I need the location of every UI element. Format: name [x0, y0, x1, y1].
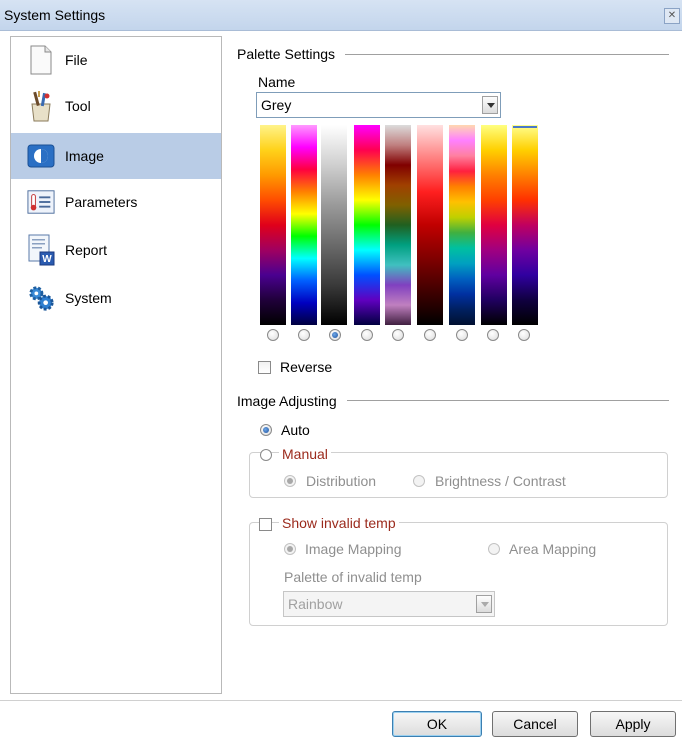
palette-swatch[interactable] — [321, 125, 347, 325]
sidebar-item-file[interactable]: File — [11, 37, 221, 83]
report-icon: W — [27, 234, 55, 266]
palette-radio[interactable] — [424, 329, 436, 341]
image-adjusting-title: Image Adjusting — [237, 393, 337, 409]
dialog-button-bar: OK Cancel Apply — [0, 700, 682, 743]
sidebar-item-label: Image — [65, 148, 104, 164]
selection-marker — [513, 126, 537, 128]
image-mapping-radio[interactable] — [284, 543, 296, 555]
sidebar-item-label: File — [65, 52, 88, 68]
palette-radio[interactable] — [392, 329, 404, 341]
palette-radio[interactable] — [267, 329, 279, 341]
sidebar-item-label: Parameters — [65, 194, 138, 210]
sidebar-item-report[interactable]: W Report — [11, 227, 221, 273]
area-mapping-label: Area Mapping — [509, 541, 597, 557]
sidebar-nav: File Tool Image Parameters W Report Syst… — [10, 36, 222, 694]
name-label: Name — [258, 74, 296, 90]
reverse-label: Reverse — [280, 359, 333, 375]
palette-swatch[interactable] — [481, 125, 507, 325]
palette-radio[interactable] — [487, 329, 499, 341]
title-bar[interactable]: System Settings ✕ — [0, 0, 682, 31]
image-mapping-label: Image Mapping — [305, 541, 402, 557]
settings-panel: Palette Settings Name Grey Reverse Image… — [225, 36, 675, 692]
palette-swatch[interactable] — [260, 125, 286, 325]
svg-text:W: W — [42, 254, 52, 265]
distribution-radio[interactable] — [284, 475, 296, 487]
palette-radio[interactable] — [361, 329, 373, 341]
show-invalid-temp-label: Show invalid temp — [279, 515, 399, 531]
brightness-contrast-radio[interactable] — [413, 475, 425, 487]
cancel-button[interactable]: Cancel — [492, 711, 578, 737]
section-divider — [347, 400, 669, 401]
file-icon — [27, 44, 55, 76]
manual-label: Manual — [279, 446, 331, 462]
palette-invalid-value: Rainbow — [288, 596, 343, 612]
palette-invalid-label: Palette of invalid temp — [284, 569, 422, 585]
palette-swatch[interactable] — [385, 125, 411, 325]
palette-invalid-select[interactable]: Rainbow — [283, 591, 495, 617]
sidebar-item-tool[interactable]: Tool — [11, 83, 221, 129]
auto-label: Auto — [281, 422, 310, 438]
ok-button[interactable]: OK — [392, 711, 482, 737]
sidebar-item-system[interactable]: System — [11, 275, 221, 321]
auto-radio[interactable] — [260, 424, 272, 436]
section-divider — [345, 54, 669, 55]
palette-swatch[interactable] — [354, 125, 380, 325]
distribution-label: Distribution — [306, 473, 377, 489]
apply-button[interactable]: Apply — [590, 711, 676, 737]
palette-radio[interactable] — [329, 329, 341, 341]
chevron-down-icon[interactable] — [476, 595, 492, 613]
show-invalid-temp-checkbox[interactable] — [259, 518, 272, 531]
system-settings-window: System Settings ✕ File Tool Image Parame… — [0, 0, 682, 743]
palette-swatch[interactable] — [512, 125, 538, 325]
palette-radio[interactable] — [518, 329, 530, 341]
sidebar-item-parameters[interactable]: Parameters — [11, 179, 221, 225]
sidebar-item-label: Report — [65, 242, 108, 258]
close-button[interactable]: ✕ — [664, 8, 680, 24]
palette-radio[interactable] — [456, 329, 468, 341]
palette-swatch[interactable] — [417, 125, 443, 325]
image-icon — [27, 140, 55, 172]
palette-swatch[interactable] — [291, 125, 317, 325]
system-icon — [27, 282, 55, 314]
tool-icon — [27, 90, 55, 122]
palette-swatch[interactable] — [449, 125, 475, 325]
reverse-checkbox[interactable] — [258, 361, 271, 374]
brightness-contrast-label: Brightness / Contrast — [435, 473, 566, 489]
area-mapping-radio[interactable] — [488, 543, 500, 555]
chevron-down-icon[interactable] — [482, 96, 498, 114]
parameters-icon — [27, 186, 55, 218]
palette-name-value: Grey — [261, 97, 292, 113]
sidebar-item-image[interactable]: Image — [11, 133, 221, 179]
palette-settings-title: Palette Settings — [237, 46, 336, 62]
palette-radio[interactable] — [298, 329, 310, 341]
manual-radio[interactable] — [260, 449, 272, 461]
sidebar-item-label: System — [65, 290, 112, 306]
window-title: System Settings — [4, 7, 106, 23]
palette-name-select[interactable]: Grey — [256, 92, 501, 118]
sidebar-item-label: Tool — [65, 98, 91, 114]
